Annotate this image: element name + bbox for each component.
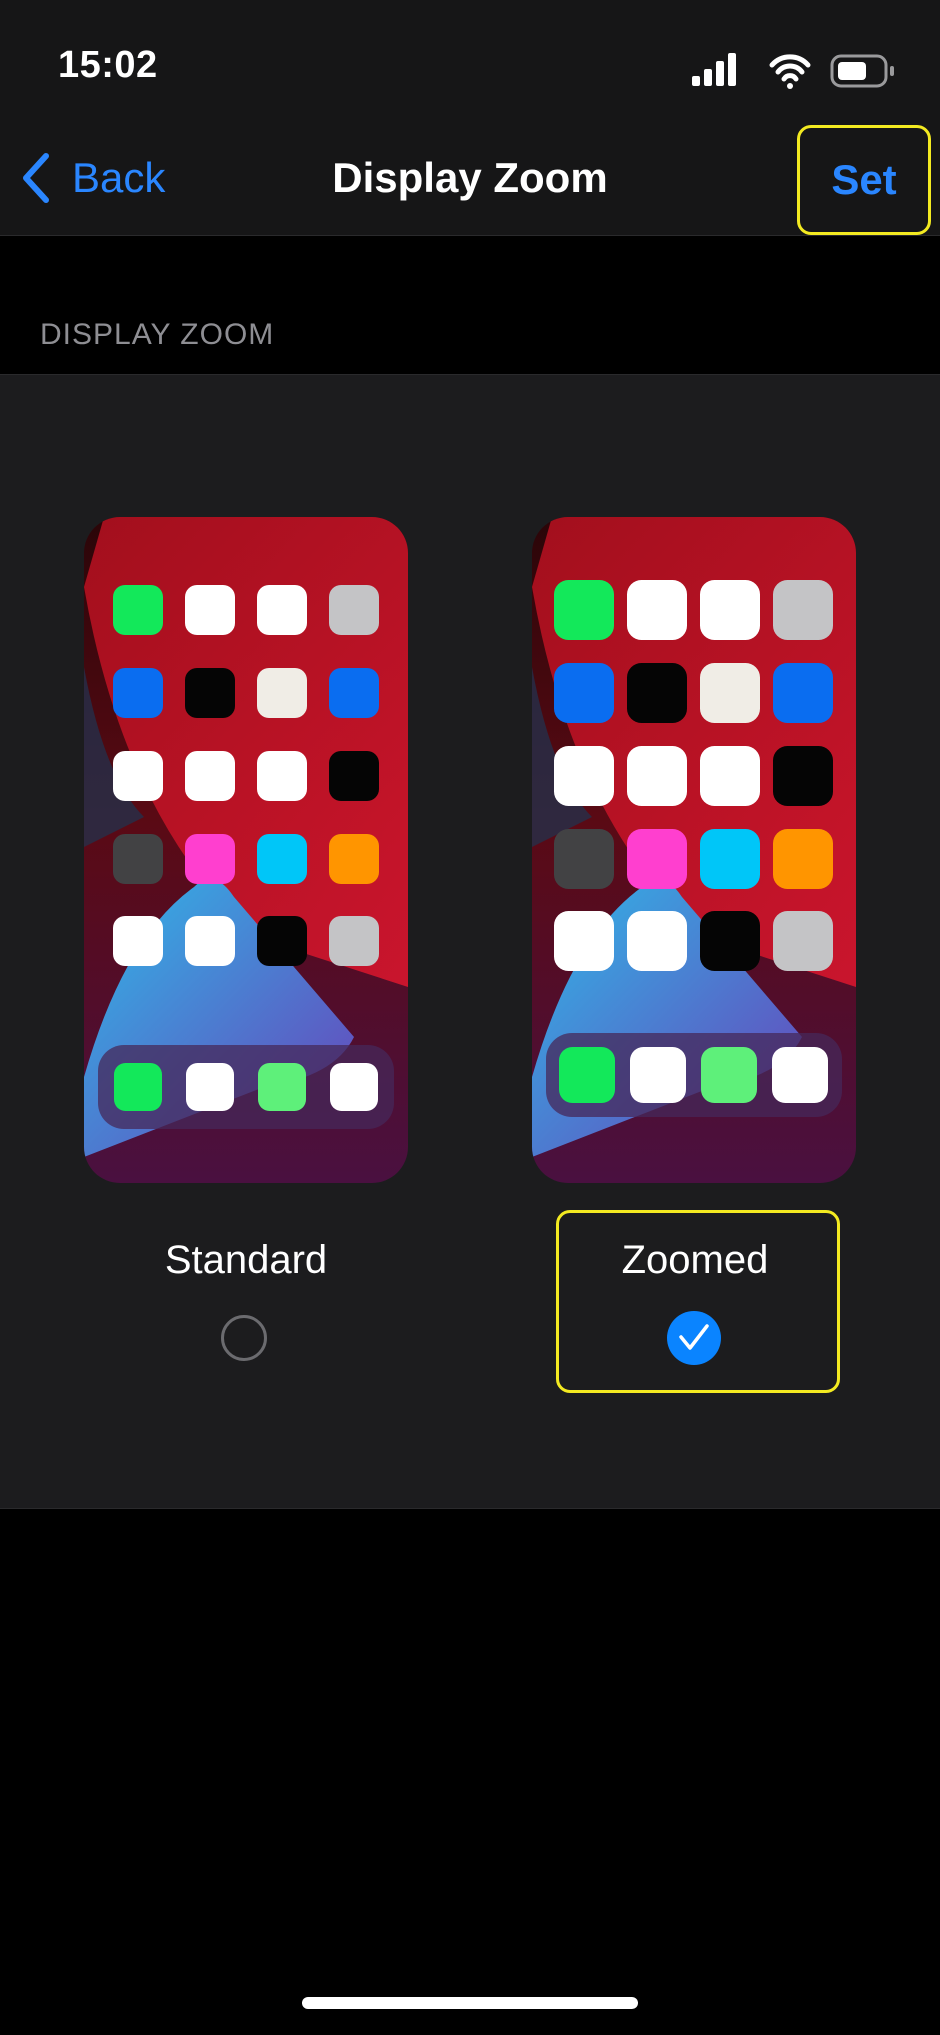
dock-app-icon	[630, 1047, 686, 1103]
app-icon	[627, 829, 687, 889]
app-icon	[257, 916, 307, 966]
set-button[interactable]: Set	[797, 125, 931, 235]
dock-app-icon	[258, 1063, 306, 1111]
app-icon	[185, 585, 235, 635]
app-icon	[185, 834, 235, 884]
standard-radio[interactable]	[221, 1315, 267, 1361]
battery-icon	[830, 54, 894, 88]
app-icon	[700, 580, 760, 640]
app-icon	[627, 911, 687, 971]
wifi-icon	[769, 54, 811, 89]
section-header: DISPLAY ZOOM	[40, 318, 275, 351]
status-bar: 15:02	[0, 0, 940, 120]
app-icon	[113, 751, 163, 801]
app-icon	[773, 663, 833, 723]
app-icon	[257, 585, 307, 635]
navigation-bar: Back Display Zoom Set	[0, 120, 940, 236]
app-icon	[185, 916, 235, 966]
home-indicator[interactable]	[302, 1997, 638, 2009]
app-icon	[773, 746, 833, 806]
app-icon	[554, 911, 614, 971]
checkmark-icon	[679, 1324, 709, 1350]
standard-option-label[interactable]: Standard	[96, 1238, 396, 1283]
app-icon	[554, 663, 614, 723]
cellular-signal-icon	[692, 53, 736, 86]
app-icon	[113, 668, 163, 718]
status-time: 15:02	[58, 44, 158, 86]
app-icon	[773, 580, 833, 640]
app-icon	[329, 916, 379, 966]
app-icon	[329, 751, 379, 801]
app-icon	[773, 829, 833, 889]
app-icon	[113, 916, 163, 966]
app-icon	[627, 663, 687, 723]
dock-app-icon	[330, 1063, 378, 1111]
app-icon	[113, 834, 163, 884]
app-icon	[773, 911, 833, 971]
dock-app-icon	[559, 1047, 615, 1103]
app-icon	[257, 751, 307, 801]
standard-preview[interactable]	[84, 517, 408, 1183]
dock-app-icon	[186, 1063, 234, 1111]
app-icon	[329, 585, 379, 635]
zoomed-preview[interactable]	[532, 517, 856, 1183]
app-icon	[185, 751, 235, 801]
app-icon	[113, 585, 163, 635]
app-icon	[554, 746, 614, 806]
zoomed-radio[interactable]	[667, 1311, 721, 1365]
dock-app-icon	[701, 1047, 757, 1103]
app-icon	[700, 829, 760, 889]
dock-app-icon	[114, 1063, 162, 1111]
app-icon	[700, 663, 760, 723]
app-icon	[185, 668, 235, 718]
dock-app-icon	[772, 1047, 828, 1103]
app-icon	[257, 834, 307, 884]
app-icon	[554, 829, 614, 889]
set-label: Set	[831, 156, 897, 203]
status-icons	[692, 53, 894, 89]
app-icon	[329, 834, 379, 884]
app-icon	[700, 746, 760, 806]
app-icon	[627, 580, 687, 640]
app-icon	[554, 580, 614, 640]
app-icon	[700, 911, 760, 971]
app-icon	[627, 746, 687, 806]
app-icon	[329, 668, 379, 718]
zoomed-option-label: Zoomed	[621, 1238, 769, 1282]
app-icon	[257, 668, 307, 718]
